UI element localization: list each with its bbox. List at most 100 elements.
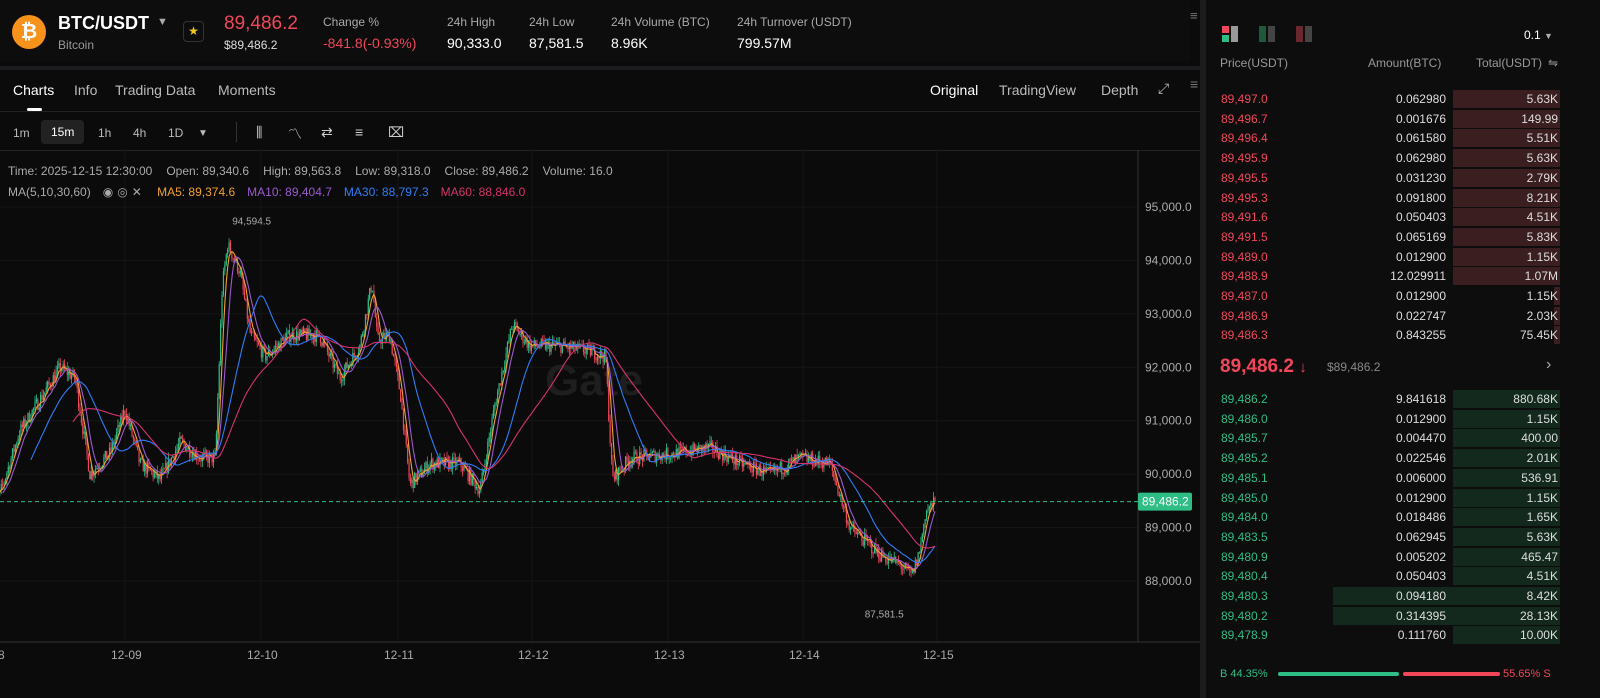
candle-body [840, 495, 842, 496]
order-price: 89,489.0 [1221, 249, 1268, 264]
ask-row[interactable]: 89,491.5 0.065169 5.83K [1206, 227, 1600, 246]
timeframe-1d[interactable]: 1D [168, 126, 183, 140]
order-price: 89,485.2 [1221, 451, 1268, 466]
precision-select[interactable]: 0.1 ▼ [1524, 28, 1553, 42]
ask-row[interactable]: 89,491.6 0.050403 4.51K [1206, 207, 1600, 227]
order-price: 89,486.9 [1221, 308, 1268, 323]
indicators-icon[interactable]: 〽 [288, 124, 302, 144]
fullscreen-icon[interactable]: ⤢ [1158, 80, 1169, 97]
order-total: 28.13K [1519, 608, 1558, 623]
settings-sliders-icon[interactable]: ⇄ [321, 124, 333, 141]
candle-body [463, 466, 465, 471]
view-original[interactable]: Original [930, 82, 978, 98]
ask-row[interactable]: 89,486.3 0.843255 75.45K [1206, 325, 1600, 345]
candle-body [13, 448, 15, 452]
chevron-right-icon[interactable]: › [1546, 356, 1551, 374]
candle-body [321, 343, 323, 346]
ask-row[interactable]: 89,487.0 0.012900 1.15K [1206, 286, 1600, 305]
candlestick-type-icon[interactable]: ⫼ [256, 124, 262, 141]
bid-row[interactable]: 89,480.4 0.050403 4.51K [1206, 566, 1600, 586]
drawing-tools-icon[interactable]: ≡ [355, 124, 363, 140]
y-tick-label: 91,000.0 [1145, 414, 1192, 428]
candle-body [252, 332, 254, 334]
candle-body [11, 448, 14, 459]
chevron-down-icon[interactable]: ▼ [198, 128, 208, 139]
candle-body [70, 375, 73, 379]
candle-body [346, 362, 348, 368]
ask-row[interactable]: 89,495.5 0.031230 2.79K [1206, 168, 1600, 187]
tab-moments[interactable]: Moments [218, 82, 276, 98]
layout-both-icon[interactable] [1222, 26, 1240, 43]
order-total: 8.21K [1526, 190, 1558, 205]
bid-row[interactable]: 89,486.2 9.841618 880.68K [1206, 389, 1600, 408]
settings-icon[interactable]: ◎ [117, 185, 127, 199]
ask-row[interactable]: 89,495.9 0.062980 5.63K [1206, 148, 1600, 168]
col-amount: Amount(BTC) [1368, 56, 1442, 70]
candle-body [301, 329, 303, 333]
swap-icon[interactable]: ⇋ [1548, 56, 1558, 70]
ask-row[interactable]: 89,486.9 0.022747 2.03K [1206, 306, 1600, 325]
menu-icon[interactable]: ≡ [1190, 76, 1198, 92]
ma60-value: MA60: 88,846.0 [440, 185, 526, 199]
layout-bids-icon[interactable] [1259, 26, 1277, 43]
order-amount: 0.062980 [1395, 151, 1446, 166]
candle-body [20, 424, 22, 436]
order-amount: 0.018486 [1395, 510, 1446, 525]
bid-row[interactable]: 89,485.2 0.022546 2.01K [1206, 448, 1600, 468]
favorite-star-icon[interactable]: ★ [183, 21, 204, 42]
ask-row[interactable]: 89,496.4 0.061580 5.51K [1206, 128, 1600, 148]
y-tick-label: 95,000.0 [1145, 200, 1192, 214]
bid-row[interactable]: 89,480.2 0.314395 28.13K [1206, 606, 1600, 625]
bid-row[interactable]: 89,486.0 0.012900 1.15K [1206, 409, 1600, 428]
order-total: 149.99 [1521, 111, 1558, 126]
order-price: 89,480.4 [1221, 569, 1268, 584]
tab-info[interactable]: Info [74, 82, 97, 98]
timeframe-1m[interactable]: 1m [13, 126, 30, 140]
order-total: 4.51K [1526, 569, 1558, 584]
bid-row[interactable]: 89,485.1 0.006000 536.91 [1206, 468, 1600, 487]
bid-row[interactable]: 89,480.9 0.005202 465.47 [1206, 547, 1600, 566]
order-total: 5.63K [1526, 529, 1558, 544]
order-amount: 0.050403 [1395, 210, 1446, 225]
timeframe-4h[interactable]: 4h [133, 126, 146, 140]
view-tradingview[interactable]: TradingView [999, 82, 1076, 98]
ask-row[interactable]: 89,495.3 0.091800 8.21K [1206, 188, 1600, 207]
ask-row[interactable]: 89,497.0 0.062980 5.63K [1206, 89, 1600, 108]
order-price: 89,485.7 [1221, 431, 1268, 446]
candle-body [34, 401, 36, 409]
tab-charts[interactable]: Charts [13, 82, 54, 98]
price-chart[interactable]: 95,000.0 94,000.0 93,000.0 92,000.0 91,000.0… [0, 150, 1200, 670]
candle-body [494, 404, 496, 411]
layout-asks-icon[interactable] [1296, 26, 1314, 43]
candle-body [353, 352, 355, 356]
ask-row[interactable]: 89,489.0 0.012900 1.15K [1206, 247, 1600, 266]
timeframe-15m[interactable]: 15m [41, 120, 85, 144]
candle-body [734, 455, 736, 465]
ask-row[interactable]: 89,488.9 12.029911 1.07M [1206, 266, 1600, 286]
close-icon[interactable]: ✕ [132, 185, 142, 199]
candle-body [511, 329, 513, 330]
bid-row[interactable]: 89,483.5 0.062945 5.63K [1206, 527, 1600, 546]
menu-icon[interactable]: ≡ [1190, 8, 1198, 23]
bid-row[interactable]: 89,485.7 0.004470 400.00 [1206, 428, 1600, 448]
chevron-down-icon[interactable]: ▼ [157, 16, 168, 28]
ask-row[interactable]: 89,496.7 0.001676 149.99 [1206, 109, 1600, 128]
order-price: 89,497.0 [1221, 92, 1268, 106]
candle-body [38, 407, 40, 410]
view-depth[interactable]: Depth [1101, 82, 1138, 98]
candle-body [924, 519, 926, 525]
candle-body [445, 457, 447, 466]
bid-row[interactable]: 89,478.9 0.111760 10.00K [1206, 625, 1600, 645]
timeframe-1h[interactable]: 1h [98, 126, 111, 140]
pair-selector[interactable]: BTC/USDT [58, 13, 149, 34]
bid-row[interactable]: 89,480.3 0.094180 8.42K [1206, 586, 1600, 605]
candle-body [719, 449, 721, 459]
candle-body [585, 349, 587, 354]
candle-body [401, 401, 403, 409]
tab-trading-data[interactable]: Trading Data [115, 82, 195, 98]
screenshot-icon[interactable]: ⌧ [388, 124, 404, 141]
candle-body [339, 373, 341, 380]
bid-row[interactable]: 89,484.0 0.018486 1.65K [1206, 507, 1600, 527]
eye-icon[interactable]: ◉ [103, 185, 113, 199]
bid-row[interactable]: 89,485.0 0.012900 1.15K [1206, 488, 1600, 507]
